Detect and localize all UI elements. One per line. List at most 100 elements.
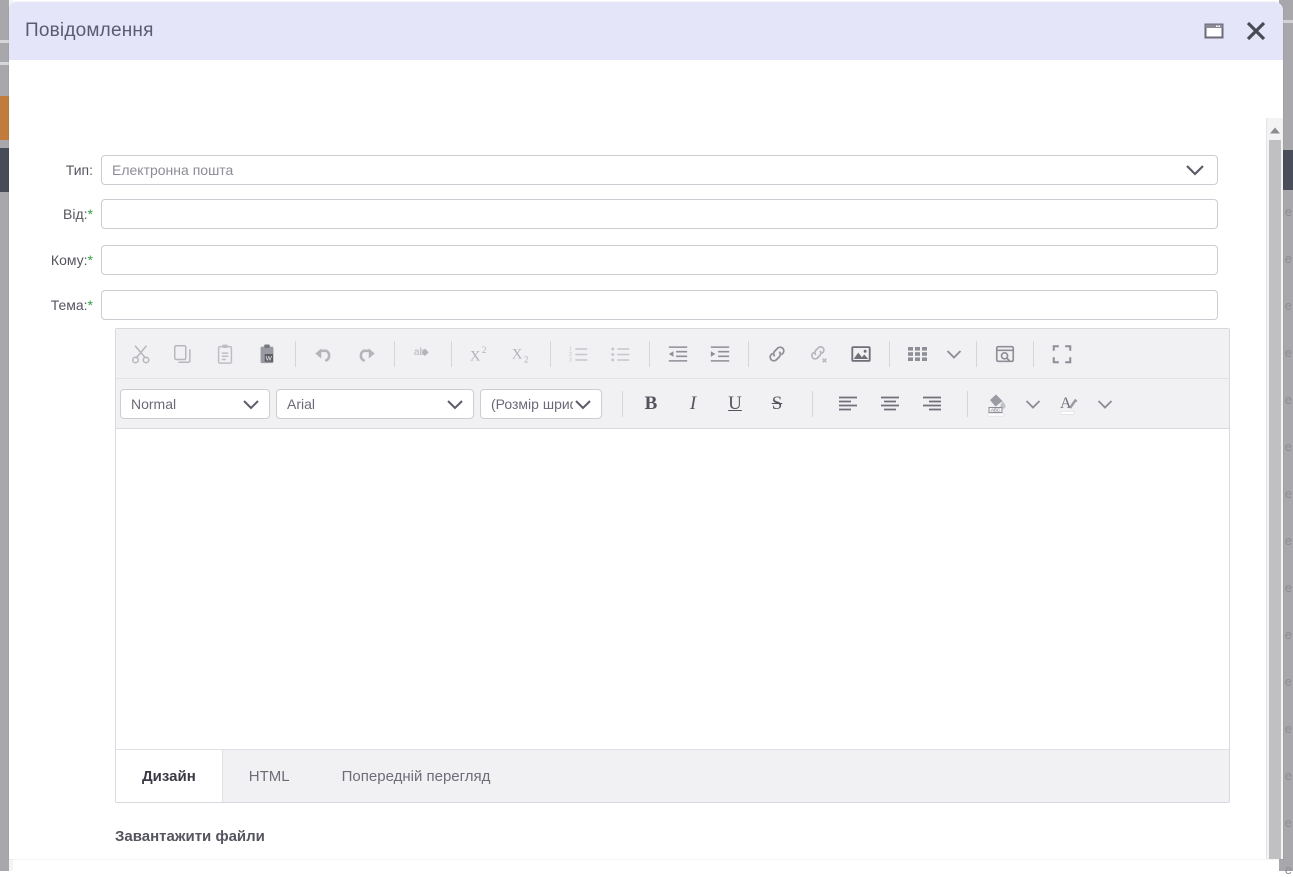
cut-icon[interactable] [120, 334, 162, 374]
toolbar-separator [812, 391, 813, 417]
toolbar-separator [394, 341, 395, 367]
svg-text:X: X [470, 348, 481, 364]
scroll-up-arrow-icon[interactable] [1267, 122, 1283, 139]
editor-content-area[interactable] [116, 429, 1229, 749]
background-text-glyph: e [1285, 722, 1292, 735]
background-text-glyph: e [1285, 205, 1292, 218]
toolbar-separator [295, 341, 296, 367]
upload-files-link[interactable]: Завантажити файли [115, 828, 265, 845]
numbered-list-icon[interactable]: 123 [558, 334, 600, 374]
toolbar-separator [967, 391, 968, 417]
source-preview-icon[interactable] [984, 334, 1026, 374]
background-color-chevron-icon[interactable] [1018, 384, 1048, 424]
align-left-button[interactable] [827, 384, 869, 424]
editor-tabs: Дизайн HTML Попередній перегляд [116, 749, 1229, 802]
restore-window-icon[interactable] [1201, 18, 1227, 44]
label-to: Кому:* [9, 252, 101, 268]
background-left-line [0, 40, 9, 43]
svg-text:W: W [266, 355, 273, 362]
table-chevron-down-icon[interactable] [939, 334, 969, 374]
svg-text:A: A [1060, 395, 1072, 412]
background-text-glyph: e [1285, 816, 1292, 829]
toolbar-separator [451, 341, 452, 367]
toolbar-separator [649, 341, 650, 367]
background-text-glyph: e [1285, 863, 1292, 876]
unlink-icon[interactable] [798, 334, 840, 374]
svg-text:2: 2 [524, 354, 529, 364]
bold-button[interactable]: B [630, 384, 672, 424]
background-text-glyph: e [1285, 346, 1292, 359]
background-text-glyph: e [1285, 534, 1292, 547]
font-size-value: (Розмір шрифту) [491, 396, 573, 412]
tab-preview[interactable]: Попередній перегляд [316, 750, 517, 802]
bulleted-list-icon[interactable] [600, 334, 642, 374]
close-icon[interactable] [1243, 18, 1269, 44]
titlebar-actions [1201, 2, 1269, 60]
background-left-line [0, 62, 9, 65]
font-family-value: Arial [287, 396, 315, 412]
svg-text:X: X [512, 346, 523, 362]
background-text-glyph: e [1285, 628, 1292, 641]
toolbar-separator [748, 341, 749, 367]
redo-icon[interactable] [345, 334, 387, 374]
font-size-select[interactable]: (Розмір шрифту) [480, 389, 602, 419]
subject-input[interactable] [101, 290, 1218, 320]
tab-design[interactable]: Дизайн [116, 750, 223, 802]
text-color-button[interactable]: A [1048, 384, 1090, 424]
table-icon[interactable] [897, 334, 939, 374]
italic-button[interactable]: I [672, 384, 714, 424]
background-left-dark-block [0, 148, 9, 192]
paste-from-word-icon[interactable]: W [246, 334, 288, 374]
type-select[interactable] [101, 155, 1218, 185]
chevron-down-icon [573, 398, 593, 410]
label-subject: Тема:* [9, 297, 101, 313]
editor-toolbar-row-2: Normal Arial (Розмір шрифту) [116, 379, 1229, 429]
background-text-glyph: e [1285, 299, 1292, 312]
dialog-scrollbar[interactable] [1266, 118, 1283, 859]
link-icon[interactable] [756, 334, 798, 374]
tab-html[interactable]: HTML [223, 750, 316, 802]
align-center-button[interactable] [869, 384, 911, 424]
background-text-glyph: e [1285, 675, 1292, 688]
background-left-orange-block [0, 96, 9, 140]
toolbar-separator [622, 391, 623, 417]
outdent-icon[interactable] [657, 334, 699, 374]
from-input[interactable] [101, 199, 1218, 229]
form-row-subject: Тема:* [9, 290, 1283, 320]
remove-format-icon[interactable]: ab [402, 334, 444, 374]
dialog-title: Повідомлення [25, 20, 154, 42]
align-right-button[interactable] [911, 384, 953, 424]
background-text-glyph: e [1285, 440, 1292, 453]
scrollbar-thumb[interactable] [1269, 140, 1281, 859]
required-marker: * [88, 252, 93, 268]
background-color-button[interactable]: ABC [976, 384, 1018, 424]
background-text-glyph: e [1285, 581, 1292, 594]
form-row-to: Кому:* [9, 245, 1283, 275]
font-family-select[interactable]: Arial [276, 389, 474, 419]
paste-icon[interactable] [204, 334, 246, 374]
paragraph-style-value: Normal [131, 396, 176, 412]
superscript-icon[interactable]: X 2 [459, 334, 501, 374]
copy-icon[interactable] [162, 334, 204, 374]
editor-toolbar-row-1: W [116, 329, 1229, 379]
undo-icon[interactable] [303, 334, 345, 374]
subscript-icon[interactable]: X 2 [501, 334, 543, 374]
strikethrough-button[interactable]: S [756, 384, 798, 424]
label-type: Тип: [9, 162, 101, 178]
label-from: Від:* [9, 206, 101, 222]
required-marker: * [88, 297, 93, 313]
image-icon[interactable] [840, 334, 882, 374]
underline-button[interactable]: U [714, 384, 756, 424]
required-marker: * [88, 206, 93, 222]
indent-icon[interactable] [699, 334, 741, 374]
fullscreen-icon[interactable] [1041, 334, 1083, 374]
rich-text-editor: W [115, 328, 1230, 803]
paragraph-style-select[interactable]: Normal [120, 389, 270, 419]
toolbar-separator [889, 341, 890, 367]
svg-text:ABC: ABC [991, 407, 1000, 412]
text-color-chevron-icon[interactable] [1090, 384, 1120, 424]
type-select-wrapper[interactable] [101, 155, 1218, 185]
to-input[interactable] [101, 245, 1218, 275]
background-text-glyph: e [1285, 769, 1292, 782]
svg-text:3: 3 [569, 357, 572, 363]
